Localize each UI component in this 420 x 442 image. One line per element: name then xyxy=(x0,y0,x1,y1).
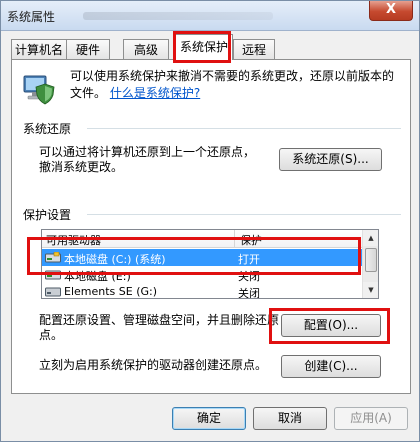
system-restore-button[interactable]: 系统还原(S)... xyxy=(279,148,382,171)
drive-protection-status: 打开 xyxy=(238,253,260,266)
create-button[interactable]: 创建(C)... xyxy=(281,355,381,378)
scroll-up-arrow-icon[interactable]: ▲ xyxy=(363,230,378,246)
ok-button[interactable]: 确定 xyxy=(172,407,246,430)
drive-protection-status: 关闭 xyxy=(238,287,260,299)
title-bar[interactable]: 系统属性 X xyxy=(1,1,419,31)
system-properties-dialog: 系统属性 X 计算机名 硬件 高级 系统保护 远程 可以使用系统保护来撤消不需要… xyxy=(0,0,420,442)
computer-shield-icon xyxy=(23,75,55,105)
drive-row-e[interactable]: 本地磁盘 (E:) 关闭 xyxy=(42,266,362,283)
restore-description-line2: 撤消系统更改。 xyxy=(39,160,124,174)
restore-description-line1: 可以通过将计算机还原到上一个还原点， xyxy=(39,145,256,159)
hard-drive-icon xyxy=(45,270,61,280)
window-title: 系统属性 xyxy=(7,10,56,24)
intro-text-block: 可以使用系统保护来撤消不需要的系统更改，还原以前版本的文件。 什么是系统保护? xyxy=(70,68,400,102)
create-description: 立刻为启用系统保护的驱动器创建还原点。 xyxy=(39,358,268,372)
tab-hardware[interactable]: 硬件 xyxy=(66,39,110,60)
column-header-drives[interactable]: 可用驱动器 xyxy=(46,232,101,248)
scroll-down-arrow-icon[interactable]: ▼ xyxy=(363,282,378,298)
hard-drive-system-icon xyxy=(45,252,61,263)
drive-name: Elements SE (G:) xyxy=(64,285,158,298)
scrollbar-thumb[interactable] xyxy=(365,248,377,272)
tab-remote[interactable]: 远程 xyxy=(233,39,275,60)
apply-button[interactable]: 应用(A) xyxy=(334,407,408,430)
protection-settings-group-title: 保护设置 xyxy=(23,208,72,222)
drive-row-c[interactable]: 本地磁盘 (C:) (系统) 打开 xyxy=(42,249,362,266)
tab-advanced[interactable]: 高级 xyxy=(123,39,169,60)
column-separator xyxy=(234,230,235,248)
configure-description-line1: 配置还原设置、管理磁盘空间，并且删除还原 xyxy=(39,313,280,327)
group-divider xyxy=(87,214,401,215)
column-header-protection[interactable]: 保护 xyxy=(240,232,262,248)
list-header: 可用驱动器 保护 xyxy=(42,230,362,248)
tab-computer-name[interactable]: 计算机名 xyxy=(11,39,67,60)
tab-system-protection[interactable]: 系统保护 xyxy=(175,34,233,60)
drives-list[interactable]: 可用驱动器 保护 本地磁盘 (C:) (系统) 打开 本地磁盘 (E:) 关闭 xyxy=(41,229,379,299)
drive-name: 本地磁盘 (C:) (系统) xyxy=(64,253,166,266)
external-drive-icon xyxy=(45,287,61,297)
drive-name: 本地磁盘 (E:) xyxy=(64,270,131,283)
close-button[interactable]: X xyxy=(369,1,413,21)
tab-bar: 计算机名 硬件 高级 系统保护 远程 xyxy=(11,34,411,60)
blurred-title-text xyxy=(83,12,273,20)
cancel-button[interactable]: 取消 xyxy=(253,407,327,430)
tab-panel xyxy=(11,59,411,394)
what-is-system-protection-link[interactable]: 什么是系统保护? xyxy=(110,86,200,100)
configure-button[interactable]: 配置(O)... xyxy=(281,314,381,337)
list-vertical-scrollbar[interactable]: ▲ ▼ xyxy=(362,230,378,298)
configure-description-line2: 点。 xyxy=(39,328,64,342)
drive-row-g[interactable]: Elements SE (G:) 关闭 xyxy=(42,283,362,299)
system-restore-group-title: 系统还原 xyxy=(23,122,72,136)
drive-protection-status: 关闭 xyxy=(238,270,260,283)
group-divider xyxy=(87,128,401,129)
